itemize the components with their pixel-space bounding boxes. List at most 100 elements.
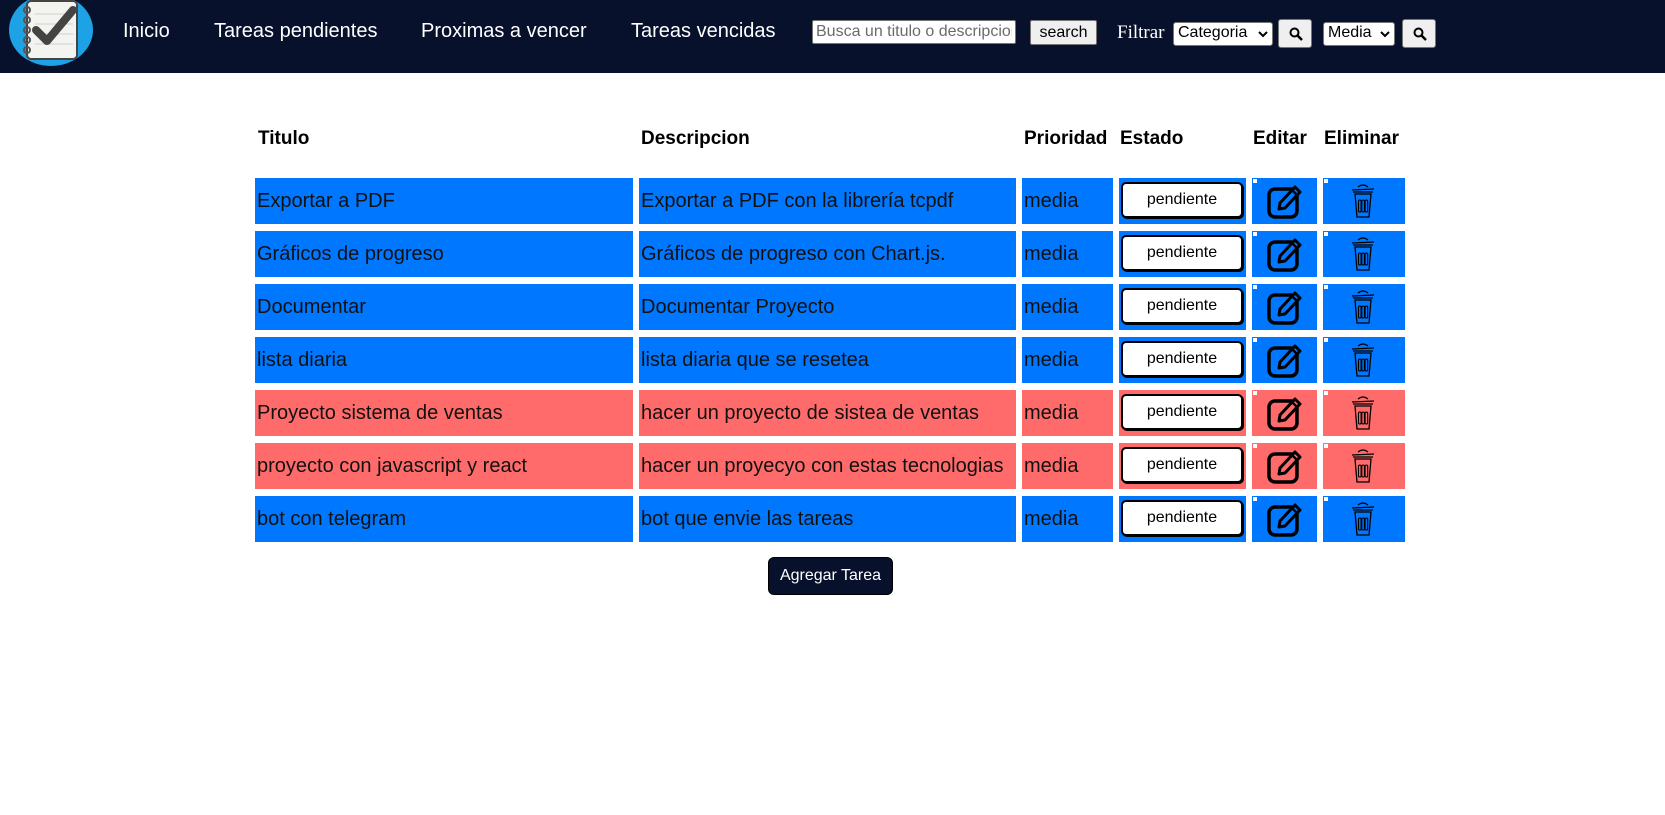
cell-estado: pendiente (1119, 496, 1246, 542)
corner-marker (1253, 232, 1257, 236)
magnifier-icon (1289, 27, 1303, 41)
corner-marker (1253, 497, 1257, 501)
corner-marker (1324, 285, 1328, 289)
cell-descripcion: hacer un proyecto de sistea de ventas (639, 390, 1016, 436)
header-descripcion: Descripcion (641, 128, 750, 149)
filter-label: Filtrar (1117, 22, 1165, 43)
trash-can-icon (1351, 343, 1375, 377)
edit-button[interactable] (1252, 337, 1317, 383)
cell-prioridad: media (1022, 178, 1113, 224)
search-button[interactable]: search (1030, 20, 1097, 45)
trash-can-icon (1351, 396, 1375, 430)
navbar: Inicio Tareas pendientes Proximas a venc… (0, 0, 1665, 73)
delete-button[interactable] (1323, 337, 1405, 383)
cell-prioridad: media (1022, 390, 1113, 436)
cell-prioridad: media (1022, 284, 1113, 330)
priority-select[interactable]: Media (1323, 22, 1395, 46)
category-select-value: Categoria (1178, 24, 1248, 41)
cell-prioridad: media (1022, 337, 1113, 383)
cell-estado: pendiente (1119, 337, 1246, 383)
delete-button[interactable] (1323, 496, 1405, 542)
search-input[interactable] (812, 20, 1016, 44)
cell-descripcion: hacer un proyecyo con estas tecnologias (639, 443, 1016, 489)
corner-marker (1324, 497, 1328, 501)
cell-prioridad: media (1022, 443, 1113, 489)
corner-marker (1324, 391, 1328, 395)
cell-titulo: bot con telegram (255, 496, 633, 542)
cell-titulo: lista diaria (255, 337, 633, 383)
edit-pencil-square-icon (1267, 397, 1302, 431)
edit-button[interactable] (1252, 284, 1317, 330)
cell-descripcion: Gráficos de progreso con Chart.js. (639, 231, 1016, 277)
corner-marker (1253, 338, 1257, 342)
edit-pencil-square-icon (1267, 238, 1302, 272)
magnifier-icon (1413, 27, 1427, 41)
delete-button[interactable] (1323, 390, 1405, 436)
corner-marker (1253, 179, 1257, 183)
edit-pencil-square-icon (1267, 450, 1302, 484)
status-toggle-button[interactable]: pendiente (1121, 500, 1243, 536)
cell-titulo: Proyecto sistema de ventas (255, 390, 633, 436)
corner-marker (1253, 285, 1257, 289)
edit-button[interactable] (1252, 443, 1317, 489)
header-editar: Editar (1253, 128, 1307, 149)
header-prioridad: Prioridad (1024, 128, 1108, 149)
cell-estado: pendiente (1119, 443, 1246, 489)
edit-pencil-square-icon (1267, 291, 1302, 325)
status-toggle-button[interactable]: pendiente (1121, 182, 1243, 218)
corner-marker (1324, 179, 1328, 183)
delete-button[interactable] (1323, 231, 1405, 277)
corner-marker (1324, 444, 1328, 448)
chevron-down-icon (1380, 31, 1390, 38)
cell-estado: pendiente (1119, 284, 1246, 330)
edit-pencil-square-icon (1267, 344, 1302, 378)
trash-can-icon (1351, 449, 1375, 483)
nav-link-tareas-pendientes[interactable]: Tareas pendientes (214, 20, 377, 43)
cell-descripcion: Documentar Proyecto (639, 284, 1016, 330)
corner-marker (1253, 444, 1257, 448)
header-titulo: Titulo (258, 128, 310, 149)
edit-button[interactable] (1252, 496, 1317, 542)
edit-pencil-square-icon (1267, 503, 1302, 537)
status-toggle-button[interactable]: pendiente (1121, 394, 1243, 430)
category-filter-button[interactable] (1278, 19, 1312, 48)
corner-marker (1324, 338, 1328, 342)
category-select[interactable]: Categoria (1173, 22, 1273, 46)
cell-descripcion: lista diaria que se resetea (639, 337, 1016, 383)
edit-button[interactable] (1252, 231, 1317, 277)
status-toggle-button[interactable]: pendiente (1121, 288, 1243, 324)
cell-prioridad: media (1022, 496, 1113, 542)
nav-link-proximas-a-vencer[interactable]: Proximas a vencer (421, 20, 587, 43)
cell-estado: pendiente (1119, 178, 1246, 224)
status-toggle-button[interactable]: pendiente (1121, 341, 1243, 377)
edit-button[interactable] (1252, 178, 1317, 224)
checklist-notepad-icon[interactable] (9, 0, 93, 66)
trash-can-icon (1351, 184, 1375, 218)
cell-titulo: Documentar (255, 284, 633, 330)
status-toggle-button[interactable]: pendiente (1121, 447, 1243, 483)
priority-filter-button[interactable] (1402, 19, 1436, 48)
cell-descripcion: bot que envie las tareas (639, 496, 1016, 542)
status-toggle-button[interactable]: pendiente (1121, 235, 1243, 271)
cell-estado: pendiente (1119, 390, 1246, 436)
cell-descripcion: Exportar a PDF con la librería tcpdf (639, 178, 1016, 224)
delete-button[interactable] (1323, 284, 1405, 330)
delete-button[interactable] (1323, 443, 1405, 489)
header-estado: Estado (1120, 128, 1184, 149)
header-eliminar: Eliminar (1324, 128, 1399, 149)
edit-button[interactable] (1252, 390, 1317, 436)
trash-can-icon (1351, 237, 1375, 271)
corner-marker (1324, 232, 1328, 236)
delete-button[interactable] (1323, 178, 1405, 224)
chevron-down-icon (1258, 31, 1268, 38)
trash-can-icon (1351, 502, 1375, 536)
priority-select-value: Media (1328, 24, 1372, 41)
cell-titulo: proyecto con javascript y react (255, 443, 633, 489)
cell-titulo: Gráficos de progreso (255, 231, 633, 277)
corner-marker (1253, 391, 1257, 395)
cell-estado: pendiente (1119, 231, 1246, 277)
trash-can-icon (1351, 290, 1375, 324)
add-task-button[interactable]: Agregar Tarea (768, 557, 893, 595)
nav-link-inicio[interactable]: Inicio (123, 20, 170, 43)
nav-link-tareas-vencidas[interactable]: Tareas vencidas (631, 20, 776, 43)
